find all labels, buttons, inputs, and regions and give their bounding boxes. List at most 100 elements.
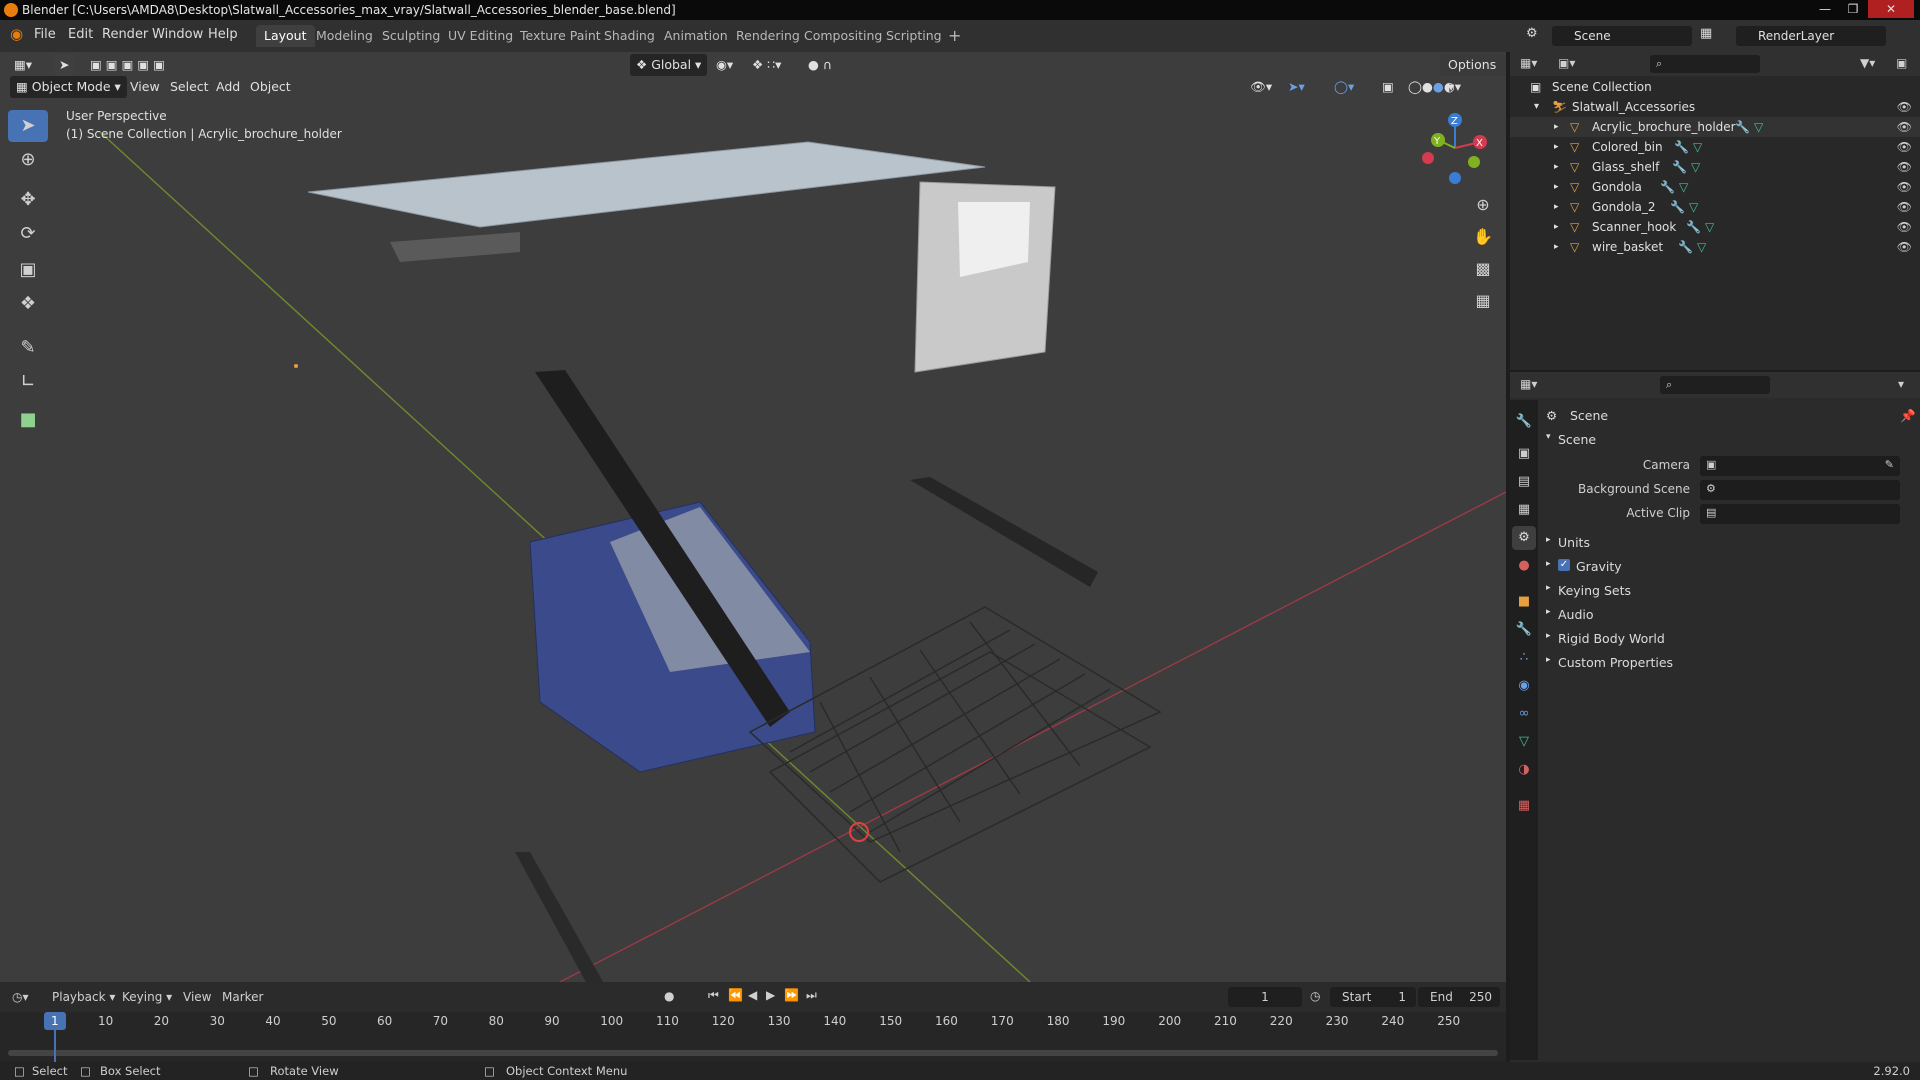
panel-collapse-icon[interactable]: ▸ — [1546, 655, 1551, 665]
expand-icon[interactable]: ▸ — [1554, 157, 1559, 177]
menu-render[interactable]: Render — [102, 27, 148, 42]
scene-field[interactable]: Scene — [1552, 26, 1692, 46]
current-frame-field[interactable]: 1 — [1228, 987, 1302, 1007]
tab-scripting[interactable]: Scripting — [878, 25, 950, 47]
modifier-wrench-icon[interactable]: 🔧 — [1674, 137, 1689, 157]
menu-playback[interactable]: Playback ▾ — [52, 990, 115, 1004]
menu-marker[interactable]: Marker — [222, 990, 263, 1004]
menu-add[interactable]: Add — [216, 76, 240, 98]
outliner-row-object[interactable]: ▸ ▽ Scanner_hook 🔧 ▽ 👁 — [1510, 217, 1920, 237]
panel-collapse-icon[interactable]: ▸ — [1546, 583, 1551, 593]
visibility-eye-icon[interactable]: 👁 — [1897, 117, 1912, 137]
menu-edit[interactable]: Edit — [68, 27, 93, 42]
filter-icon[interactable]: ▼▾ — [1860, 56, 1875, 70]
modifier-wrench-icon[interactable]: 🔧 — [1660, 177, 1675, 197]
perspective-toggle-icon[interactable]: ▦ — [1468, 286, 1498, 316]
modifier-wrench-icon[interactable]: 🔧 — [1735, 117, 1750, 137]
view-layer-tab-icon[interactable]: ▦ — [1512, 498, 1536, 522]
play-reverse-icon[interactable]: ◀ — [748, 988, 757, 1002]
jump-keyframe-forward-icon[interactable]: ⏩ — [784, 988, 799, 1002]
visibility-eye-icon[interactable]: 👁 — [1897, 137, 1912, 157]
world-tab-icon[interactable]: ● — [1512, 554, 1536, 578]
panel-collapse-icon[interactable]: ▸ — [1546, 607, 1551, 617]
menu-object[interactable]: Object — [250, 76, 291, 98]
menu-file[interactable]: File — [34, 27, 56, 42]
physics-tab-icon[interactable]: ◉ — [1512, 674, 1536, 698]
visibility-eye-icon[interactable]: 👁 — [1897, 157, 1912, 177]
mesh-data-icon[interactable]: ▽ — [1705, 217, 1714, 237]
new-collection-icon[interactable]: ▣ — [1896, 56, 1907, 70]
select-box-tool-icon[interactable]: ➤ — [8, 110, 48, 142]
pivot-point-icon[interactable]: ◉▾ — [716, 54, 733, 76]
blender-menu-icon[interactable]: ◉ — [10, 25, 23, 43]
particles-tab-icon[interactable]: ∴ — [1512, 646, 1536, 670]
scene-tab-icon[interactable]: ⚙ — [1512, 526, 1536, 550]
panel-expand-icon[interactable]: ▾ — [1546, 432, 1551, 442]
mesh-data-icon[interactable]: ▽ — [1689, 197, 1698, 217]
xray-icon[interactable]: ▣ — [1382, 76, 1394, 98]
jump-start-icon[interactable]: ⏮ — [708, 988, 719, 1003]
move-tool-icon[interactable]: ✥ — [8, 184, 48, 216]
selection-mode-icons[interactable]: ▣ ▣ ▣ ▣ ▣ — [90, 54, 165, 76]
renderlayer-selector-icon[interactable]: ▦ — [1700, 26, 1712, 41]
outliner-row-collection[interactable]: ▾ ⛷ Slatwall_Accessories 👁 — [1510, 97, 1920, 117]
menu-keying[interactable]: Keying ▾ — [122, 990, 172, 1004]
navigation-gizmo[interactable]: Z X Y — [1410, 108, 1500, 188]
visibility-eye-icon[interactable]: 👁 — [1897, 97, 1912, 117]
visibility-icon[interactable]: 👁▾ — [1250, 76, 1272, 98]
add-cube-tool-icon[interactable]: ■ — [8, 404, 48, 436]
tab-texture-paint[interactable]: Texture Paint — [512, 25, 609, 47]
rotate-tool-icon[interactable]: ⟳ — [8, 218, 48, 250]
outliner-row-scene-collection[interactable]: ▣ Scene Collection — [1510, 77, 1920, 97]
scale-tool-icon[interactable]: ▣ — [8, 254, 48, 286]
tab-animation[interactable]: Animation — [656, 25, 736, 47]
play-icon[interactable]: ▶ — [766, 988, 775, 1002]
timeline-scrollbar[interactable] — [8, 1050, 1498, 1056]
minimize-icon[interactable]: — — [1812, 0, 1838, 18]
modifier-tab-icon[interactable]: 🔧 — [1512, 618, 1536, 642]
select-tool-icon[interactable]: ➤ — [55, 54, 74, 76]
jump-keyframe-back-icon[interactable]: ⏪ — [728, 988, 743, 1002]
menu-view[interactable]: View — [130, 76, 160, 98]
tool-tab-icon[interactable]: 🔧 — [1512, 410, 1536, 434]
menu-select[interactable]: Select — [170, 76, 209, 98]
measure-tool-icon[interactable]: ∟ — [8, 366, 48, 398]
snap-icon[interactable]: ❖ ∷▾ — [752, 54, 781, 76]
cursor-tool-icon[interactable]: ⊕ — [8, 144, 48, 176]
editor-type-icon[interactable]: ▦▾ — [14, 54, 32, 76]
outliner-search-input[interactable]: ⌕ — [1650, 55, 1760, 73]
background-scene-field[interactable]: ⚙ — [1700, 480, 1900, 500]
custom-properties-panel[interactable]: Custom Properties — [1558, 655, 1673, 670]
keying-sets-panel[interactable]: Keying Sets — [1558, 583, 1631, 598]
visibility-eye-icon[interactable]: 👁 — [1897, 197, 1912, 217]
annotate-tool-icon[interactable]: ✎ — [8, 332, 48, 364]
outliner-editor-icon[interactable]: ▦▾ — [1520, 56, 1537, 70]
close-icon[interactable]: ✕ — [1868, 0, 1914, 18]
mesh-data-icon[interactable]: ▽ — [1697, 237, 1706, 257]
shading-mode-icons[interactable]: ◯●●◐▾ — [1408, 76, 1461, 98]
output-tab-icon[interactable]: ▤ — [1512, 470, 1536, 494]
camera-view-icon[interactable]: ▩ — [1468, 254, 1498, 284]
menu-timeline-view[interactable]: View — [183, 990, 211, 1004]
texture-tab-icon[interactable]: ▦ — [1512, 794, 1536, 818]
outliner-row-object[interactable]: ▸ ▽ Gondola 🔧 ▽ 👁 — [1510, 177, 1920, 197]
tab-uv-editing[interactable]: UV Editing — [440, 25, 521, 47]
mesh-data-icon[interactable]: ▽ — [1754, 117, 1763, 137]
mesh-data-icon[interactable]: ▽ — [1693, 137, 1702, 157]
gravity-checkbox[interactable]: ✓ — [1558, 559, 1570, 571]
transform-tool-icon[interactable]: ❖ — [8, 288, 48, 320]
expand-icon[interactable]: ▸ — [1554, 137, 1559, 157]
3d-viewport[interactable] — [0, 52, 1506, 982]
expand-icon[interactable]: ▸ — [1554, 217, 1559, 237]
gravity-panel[interactable]: Gravity — [1576, 559, 1622, 574]
constraints-tab-icon[interactable]: ∞ — [1512, 702, 1536, 726]
overlays-icon[interactable]: ◯▾ — [1334, 76, 1354, 98]
render-tab-icon[interactable]: ▣ — [1512, 442, 1536, 466]
end-frame-field[interactable]: End 250 — [1418, 987, 1500, 1007]
material-tab-icon[interactable]: ◑ — [1512, 758, 1536, 782]
gizmo-toggle-icon[interactable]: ➤▾ — [1288, 76, 1305, 98]
object-tab-icon[interactable]: ■ — [1512, 590, 1536, 614]
menu-window[interactable]: Window — [152, 27, 203, 42]
add-workspace-icon[interactable]: + — [940, 25, 969, 47]
tab-shading[interactable]: Shading — [596, 25, 663, 47]
